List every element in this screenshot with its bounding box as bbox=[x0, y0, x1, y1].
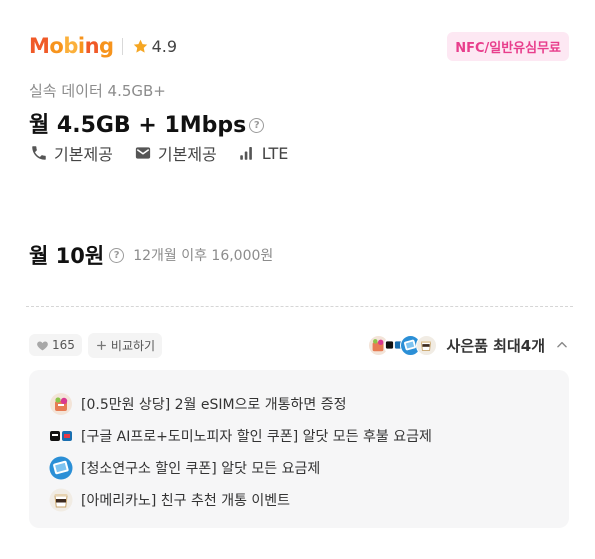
plan-title: 월 4.5GB + 1Mbps ? bbox=[29, 107, 265, 139]
coffee-icon bbox=[415, 334, 437, 356]
card-header: Mobing 4.9 NFC/일반유심무료 bbox=[29, 31, 569, 61]
star-icon bbox=[133, 39, 147, 53]
chevron-up-icon bbox=[557, 341, 567, 348]
price-after: 12개월 이후 16,000원 bbox=[133, 248, 274, 264]
plan-card[interactable]: Mobing 4.9 NFC/일반유심무료 실속 데이터 4.5GB+ 월 4.… bbox=[0, 0, 595, 559]
like-button[interactable]: 165 bbox=[29, 334, 82, 356]
gift-item: [청소연구소 할인 쿠폰] 알닷 모든 요금제 bbox=[49, 452, 569, 484]
feature-list: 기본제공 기본제공 LTE bbox=[30, 141, 309, 165]
gift-bag-icon bbox=[49, 392, 73, 416]
price-main: 월 10원 bbox=[29, 244, 105, 268]
gift-toggle[interactable]: 사은품 최대4개 bbox=[367, 334, 569, 356]
signal-icon bbox=[240, 147, 252, 160]
rating-value: 4.9 bbox=[151, 36, 178, 56]
nfc-badge: NFC/일반유심무료 bbox=[447, 31, 569, 61]
gift-list: [0.5만원 상당] 2월 eSIM으로 개통하면 증정 [구글 AI프로+도미… bbox=[29, 370, 569, 528]
phone-icon bbox=[32, 146, 46, 160]
action-row: 165 비교하기 사은품 최대4개 bbox=[29, 332, 569, 358]
coffee-icon bbox=[49, 488, 73, 512]
gift-summary: 사은품 최대4개 bbox=[446, 336, 545, 355]
heart-icon bbox=[37, 340, 48, 350]
mobing-logo: Mobing bbox=[29, 34, 114, 58]
plus-icon bbox=[96, 340, 106, 350]
tablet-icon bbox=[49, 456, 73, 480]
mail-icon bbox=[135, 147, 151, 159]
plan-title-text: 월 4.5GB + 1Mbps bbox=[29, 113, 247, 138]
gift-item: [구글 AI프로+도미노피자 할인 쿠폰] 알닷 모든 후불 요금제 bbox=[49, 420, 569, 452]
coupon-pair-icon bbox=[49, 424, 73, 448]
price-help-icon[interactable]: ? bbox=[109, 247, 125, 263]
help-icon[interactable]: ? bbox=[249, 117, 265, 133]
dashed-divider bbox=[26, 306, 573, 307]
gift-thumbnails bbox=[367, 334, 437, 356]
plan-subtitle: 실속 데이터 4.5GB+ bbox=[29, 82, 166, 100]
compare-button[interactable]: 비교하기 bbox=[87, 332, 163, 358]
header-divider bbox=[121, 37, 123, 55]
feature-network: LTE bbox=[238, 144, 288, 163]
gift-item: [아메리카노] 친구 추천 개통 이벤트 bbox=[49, 484, 569, 516]
price-row: 월 10원 ? 12개월 이후 16,000원 bbox=[29, 240, 273, 270]
compare-label: 비교하기 bbox=[110, 338, 156, 353]
feature-sms: 기본제공 bbox=[134, 141, 217, 165]
rating: 4.9 bbox=[132, 37, 177, 56]
like-count: 165 bbox=[52, 338, 75, 352]
feature-call: 기본제공 bbox=[30, 141, 113, 165]
gift-item: [0.5만원 상당] 2월 eSIM으로 개통하면 증정 bbox=[49, 388, 569, 420]
